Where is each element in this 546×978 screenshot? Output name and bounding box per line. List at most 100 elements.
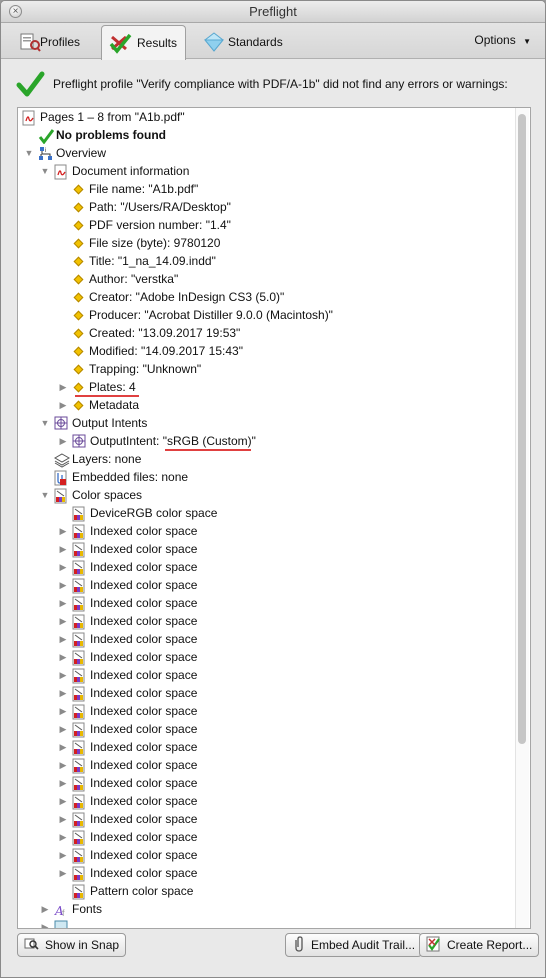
show-in-snap-button[interactable]: Show in Snap bbox=[17, 933, 127, 957]
disclosure-collapsed-icon[interactable]: ▶ bbox=[58, 526, 68, 536]
tree-row-overview[interactable]: ▼ i Overview bbox=[24, 144, 106, 162]
output-intent-icon bbox=[72, 434, 86, 448]
toolbar: Profiles Results Standards Options ▼ bbox=[1, 23, 545, 60]
disclosure-collapsed-icon[interactable]: ▶ bbox=[58, 832, 68, 842]
tree-row-fonts[interactable]: ▶ Af Fonts bbox=[40, 900, 102, 918]
tree-row-doc-info-item[interactable]: Trapping: "Unknown" bbox=[72, 360, 201, 378]
tab-profiles[interactable]: Profiles bbox=[13, 25, 88, 59]
tree-row-indexed-color-space[interactable]: ▶ Indexed color space bbox=[58, 612, 197, 630]
tree-row-indexed-color-space[interactable]: ▶ Indexed color space bbox=[58, 684, 197, 702]
disclosure-collapsed-icon[interactable]: ▶ bbox=[58, 796, 68, 806]
options-menu[interactable]: Options ▼ bbox=[474, 33, 531, 47]
tree-row-doc-info-item[interactable]: Path: "/Users/RA/Desktop" bbox=[72, 198, 231, 216]
info-bullet-icon bbox=[73, 292, 84, 302]
color-space-icon bbox=[72, 830, 86, 846]
indexed-color-space-label: Indexed color space bbox=[90, 848, 198, 862]
tree-row-indexed-color-space[interactable]: ▶ Indexed color space bbox=[58, 702, 197, 720]
tree-row-doc-info-item[interactable]: Author: "verstka" bbox=[72, 270, 178, 288]
tree-row-indexed-color-space[interactable]: ▶ Indexed color space bbox=[58, 738, 197, 756]
tree-row-indexed-color-space[interactable]: ▶ Indexed color space bbox=[58, 828, 197, 846]
disclosure-collapsed-icon[interactable]: ▶ bbox=[58, 400, 68, 410]
disclosure-collapsed-icon[interactable]: ▶ bbox=[40, 922, 50, 928]
tree-row-output-intent[interactable]: ▶ OutputIntent: "sRGB (Custom)" bbox=[58, 432, 256, 450]
disclosure-expanded-icon[interactable]: ▼ bbox=[40, 490, 50, 500]
disclosure-expanded-icon[interactable]: ▼ bbox=[40, 418, 50, 428]
disclosure-collapsed-icon[interactable]: ▶ bbox=[58, 688, 68, 698]
disclosure-expanded-icon[interactable]: ▼ bbox=[40, 166, 50, 176]
close-button[interactable]: × bbox=[9, 5, 22, 18]
tree-row-doc-info-item[interactable]: Title: "1_na_14.09.indd" bbox=[72, 252, 216, 270]
disclosure-collapsed-icon[interactable]: ▶ bbox=[58, 652, 68, 662]
tree-row-indexed-color-space[interactable]: ▶ Indexed color space bbox=[58, 774, 197, 792]
tree-row-device-rgb[interactable]: DeviceRGB color space bbox=[72, 504, 217, 522]
tree-row-indexed-color-space[interactable]: ▶ Indexed color space bbox=[58, 558, 197, 576]
tree-row-indexed-color-space[interactable]: ▶ Indexed color space bbox=[58, 540, 197, 558]
tree-row-no-problems[interactable]: No problems found bbox=[38, 126, 166, 145]
create-report-button[interactable]: Create Report... bbox=[419, 933, 540, 957]
tree-row-indexed-color-space[interactable]: ▶ Indexed color space bbox=[58, 864, 197, 882]
disclosure-expanded-icon[interactable]: ▼ bbox=[24, 148, 34, 158]
disclosure-collapsed-icon[interactable]: ▶ bbox=[58, 868, 68, 878]
tree-row-output-intents[interactable]: ▼ Output Intents bbox=[40, 414, 148, 432]
tree-row-indexed-color-space[interactable]: ▶ Indexed color space bbox=[58, 594, 197, 612]
tree-row-doc-info-item[interactable]: PDF version number: "1.4" bbox=[72, 216, 231, 234]
tree-row-indexed-color-space[interactable]: ▶ Indexed color space bbox=[58, 792, 197, 810]
tree-row-doc-info-item[interactable]: File size (byte): 9780120 bbox=[72, 234, 220, 252]
tab-results[interactable]: Results bbox=[101, 25, 187, 60]
disclosure-collapsed-icon[interactable]: ▶ bbox=[58, 850, 68, 860]
title-bar: × Preflight bbox=[1, 1, 545, 23]
tree-row-doc-info-item[interactable]: Creator: "Adobe InDesign CS3 (5.0)" bbox=[72, 288, 284, 306]
tree-row-indexed-color-space[interactable]: ▶ Indexed color space bbox=[58, 810, 197, 828]
color-space-icon bbox=[72, 848, 86, 864]
disclosure-collapsed-icon[interactable]: ▶ bbox=[58, 436, 68, 446]
disclosure-collapsed-icon[interactable]: ▶ bbox=[58, 742, 68, 752]
disclosure-collapsed-icon[interactable]: ▶ bbox=[58, 616, 68, 626]
tree-row-indexed-color-space[interactable]: ▶ Indexed color space bbox=[58, 666, 197, 684]
doc-info-label: Title: "1_na_14.09.indd" bbox=[89, 254, 216, 268]
disclosure-collapsed-icon[interactable]: ▶ bbox=[58, 814, 68, 824]
tree-row-indexed-color-space[interactable]: ▶ Indexed color space bbox=[58, 720, 197, 738]
tab-standards[interactable]: Standards bbox=[197, 25, 291, 59]
overview-hierarchy-icon: i bbox=[38, 146, 52, 160]
tree-row-indexed-color-space[interactable]: ▶ Indexed color space bbox=[58, 522, 197, 540]
vertical-scrollbar[interactable] bbox=[515, 108, 529, 928]
color-spaces-label: Color spaces bbox=[72, 488, 143, 502]
embed-audit-trail-button[interactable]: Embed Audit Trail... bbox=[285, 933, 423, 957]
tree-row-indexed-color-space[interactable]: ▶ Indexed color space bbox=[58, 846, 197, 864]
results-tree[interactable]: Pages 1 – 8 from "A1b.pdf" No problems f… bbox=[17, 107, 531, 929]
tree-row-indexed-color-space[interactable]: ▶ Indexed color space bbox=[58, 630, 197, 648]
disclosure-collapsed-icon[interactable]: ▶ bbox=[58, 670, 68, 680]
indexed-color-space-label: Indexed color space bbox=[90, 704, 198, 718]
tree-row-indexed-color-space[interactable]: ▶ Indexed color space bbox=[58, 576, 197, 594]
tree-row-metadata[interactable]: ▶ Metadata bbox=[58, 396, 140, 414]
disclosure-collapsed-icon[interactable]: ▶ bbox=[58, 760, 68, 770]
info-bullet-icon bbox=[73, 328, 84, 338]
tree-row-root[interactable]: Pages 1 – 8 from "A1b.pdf" bbox=[22, 108, 185, 126]
color-space-icon bbox=[72, 524, 86, 540]
tree-row-partial[interactable]: ▶ bbox=[40, 918, 68, 928]
disclosure-collapsed-icon[interactable]: ▶ bbox=[58, 382, 68, 392]
tree-row-doc-info-item[interactable]: Producer: "Acrobat Distiller 9.0.0 (Maci… bbox=[72, 306, 333, 324]
tree-row-indexed-color-space[interactable]: ▶ Indexed color space bbox=[58, 756, 197, 774]
disclosure-collapsed-icon[interactable]: ▶ bbox=[40, 904, 50, 914]
tree-row-indexed-color-space[interactable]: ▶ Indexed color space bbox=[58, 648, 197, 666]
disclosure-collapsed-icon[interactable]: ▶ bbox=[58, 706, 68, 716]
tree-row-doc-info-item[interactable]: File name: "A1b.pdf" bbox=[72, 180, 198, 198]
scroll-thumb[interactable] bbox=[518, 114, 526, 744]
tree-row-color-spaces[interactable]: ▼ Color spaces bbox=[40, 486, 142, 504]
disclosure-collapsed-icon[interactable]: ▶ bbox=[58, 544, 68, 554]
tree-row-doc-info-item[interactable]: Modified: "14.09.2017 15:43" bbox=[72, 342, 243, 360]
doc-info-label: Author: "verstka" bbox=[89, 272, 179, 286]
tree-row-embedded-files[interactable]: Embedded files: none bbox=[54, 468, 188, 486]
disclosure-collapsed-icon[interactable]: ▶ bbox=[58, 562, 68, 572]
tree-row-doc-info-item[interactable]: Created: "13.09.2017 19:53" bbox=[72, 324, 240, 342]
tree-row-plates[interactable]: ▶ Plates: 4 bbox=[58, 378, 136, 396]
disclosure-collapsed-icon[interactable]: ▶ bbox=[58, 580, 68, 590]
disclosure-collapsed-icon[interactable]: ▶ bbox=[58, 598, 68, 608]
disclosure-collapsed-icon[interactable]: ▶ bbox=[58, 778, 68, 788]
tree-row-document-information[interactable]: ▼ Document information bbox=[40, 162, 189, 180]
tree-row-pattern-color-space[interactable]: Pattern color space bbox=[72, 882, 193, 900]
disclosure-collapsed-icon[interactable]: ▶ bbox=[58, 634, 68, 644]
disclosure-collapsed-icon[interactable]: ▶ bbox=[58, 724, 68, 734]
tree-row-layers[interactable]: Layers: none bbox=[53, 450, 141, 468]
